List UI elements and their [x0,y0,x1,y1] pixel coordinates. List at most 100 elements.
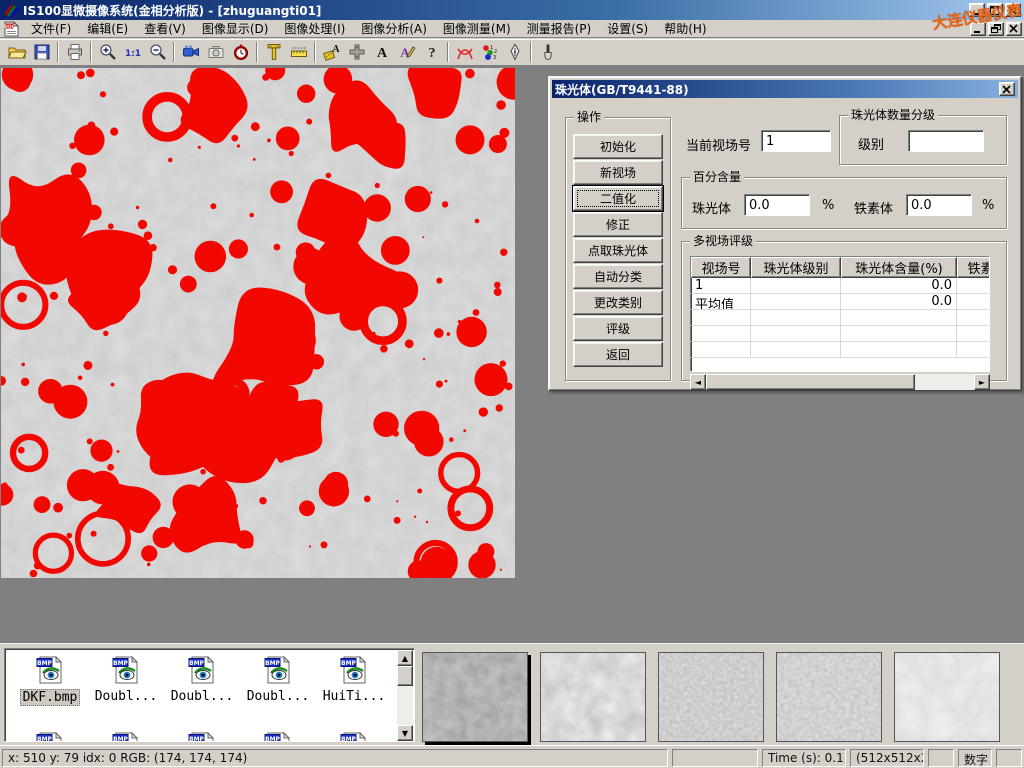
toolbar-zoom-in-button[interactable] [95,41,120,64]
ferrite-percent-input[interactable] [906,194,972,216]
menu-item-9[interactable]: 帮助(H) [656,21,714,37]
table-cell [691,310,751,325]
image-thumbnail-3[interactable] [776,652,882,742]
menu-item-0[interactable]: 文件(F) [23,21,79,37]
scroll-down-icon[interactable]: ▼ [397,725,413,741]
zoom-in-icon [98,42,118,62]
file-item-row2-0[interactable]: BMP [13,731,87,742]
file-item-row2-4[interactable]: BMP [317,731,391,742]
mdi-restore-button[interactable] [988,22,1004,36]
scrollbar-thumb[interactable] [397,666,413,686]
calibration-icon: A [322,42,342,62]
op-button-7[interactable]: 评级 [573,316,663,341]
close-button[interactable] [1005,3,1021,17]
toolbar-video-camera-button[interactable] [178,41,203,64]
toolbar-rgb-marker-button[interactable]: 123 [477,41,502,64]
maximize-button[interactable] [987,3,1003,17]
document-icon[interactable]: DOC [4,21,19,37]
table-header-1[interactable]: 珠光体级别 [751,257,841,278]
toolbar-brush-tool-button[interactable] [535,41,560,64]
toolbar-save-button[interactable] [29,41,54,64]
toolbar-timer-button[interactable] [228,41,253,64]
table-horizontal-scrollbar[interactable]: ◄ ► [690,374,990,390]
menu-item-2[interactable]: 查看(V) [136,21,194,37]
toolbar-calibration-button[interactable]: A [319,41,344,64]
menu-item-3[interactable]: 图像显示(D) [194,21,277,37]
dialog-title: 珠光体(GB/T9441-88) [555,81,689,98]
file-item-row2-3[interactable]: BMP [241,731,315,742]
scrollbar-thumb[interactable] [706,374,915,390]
toolbar-photo-camera-button[interactable] [203,41,228,64]
table-row[interactable] [691,342,989,358]
table-header-2[interactable]: 珠光体含量(%) [841,257,957,278]
op-button-5[interactable]: 自动分类 [573,264,663,289]
op-button-4[interactable]: 点取珠光体 [573,238,663,263]
toolbar-print-button[interactable] [62,41,87,64]
current-field-input[interactable] [761,130,831,152]
scroll-right-icon[interactable]: ► [974,374,990,390]
table-cell: 平均值 [691,294,751,309]
toolbar-zoom-out-button[interactable] [145,41,170,64]
scroll-up-icon[interactable]: ▲ [397,650,413,666]
table-row[interactable]: 平均值0.0 [691,294,989,310]
toolbar-curve-tool-button[interactable] [452,41,477,64]
toolbar-help-button[interactable]: ? [419,41,444,64]
op-button-6[interactable]: 更改类别 [573,290,663,315]
toolbar-text-label-button[interactable]: A [369,41,394,64]
table-row[interactable]: 10.0 [691,278,989,294]
table-header-3[interactable]: 铁素体 [957,257,990,278]
file-item-4[interactable]: BMPHuiTi... [317,655,391,704]
file-item-2[interactable]: BMPDoubl... [165,655,239,704]
image-thumbnail-1[interactable] [540,652,646,742]
menu-item-6[interactable]: 图像测量(M) [435,21,519,37]
rating-table[interactable]: 视场号珠光体级别珠光体含量(%)铁素体 10.0平均值0.0 [690,256,990,372]
menu-item-8[interactable]: 设置(S) [599,21,656,37]
menu-item-1[interactable]: 编辑(E) [79,21,136,37]
toolbar-open-button[interactable] [4,41,29,64]
micrograph-image-binarized[interactable] [1,68,515,578]
file-list[interactable]: BMPDKF.bmpBMPDoubl...BMPDoubl...BMPDoubl… [4,648,415,742]
menu-item-4[interactable]: 图像处理(I) [276,21,353,37]
op-button-0[interactable]: 初始化 [573,134,663,159]
file-item-0[interactable]: BMPDKF.bmp [13,655,87,706]
toolbar-ruler-horizontal-button[interactable] [286,41,311,64]
toolbar: 1:1AAA?123 [0,39,1024,66]
table-row[interactable] [691,310,989,326]
toolbar-text-edit-button[interactable]: A [394,41,419,64]
toolbar-actual-size-button[interactable]: 1:1 [120,41,145,64]
dialog-close-button[interactable] [999,82,1015,96]
minimize-button[interactable] [969,3,985,17]
toolbar-pen-tool-button[interactable] [502,41,527,64]
file-item-1[interactable]: BMPDoubl... [89,655,163,704]
toolbar-move-cross-button[interactable] [344,41,369,64]
image-thumbnail-0[interactable] [422,652,528,742]
table-row[interactable] [691,326,989,342]
mdi-close-button[interactable] [1006,22,1022,36]
grade-level-input[interactable] [908,130,984,152]
file-list-scrollbar[interactable]: ▲ ▼ [397,650,413,741]
op-button-1[interactable]: 新视场 [573,160,663,185]
image-thumbnail-2[interactable] [658,652,764,742]
toolbar-caliper-vertical-button[interactable] [261,41,286,64]
op-button-3[interactable]: 修正 [573,212,663,237]
pearlite-percent-input[interactable] [744,194,810,216]
toolbar-separator [530,42,532,62]
image-thumbnail-4[interactable] [894,652,1000,742]
scroll-left-icon[interactable]: ◄ [690,374,706,390]
op-button-8[interactable]: 返回 [573,342,663,367]
mdi-minimize-button[interactable] [970,22,986,36]
svg-text:BMP: BMP [265,736,281,742]
file-item-row2-2[interactable]: BMP [165,731,239,742]
table-header-0[interactable]: 视场号 [691,257,751,278]
file-item-3[interactable]: BMPDoubl... [241,655,315,704]
svg-text:BMP: BMP [113,736,129,742]
bmp-file-icon: BMP [261,731,295,742]
menu-item-5[interactable]: 图像分析(A) [353,21,435,37]
menu-item-7[interactable]: 测量报告(P) [519,21,600,37]
svg-text:BMP: BMP [189,736,205,742]
op-button-2[interactable]: 二值化 [573,186,663,211]
table-cell [957,294,990,309]
file-item-row2-1[interactable]: BMP [89,731,163,742]
file-name: Doubl... [169,689,236,704]
bmp-file-icon: BMP [337,655,371,685]
